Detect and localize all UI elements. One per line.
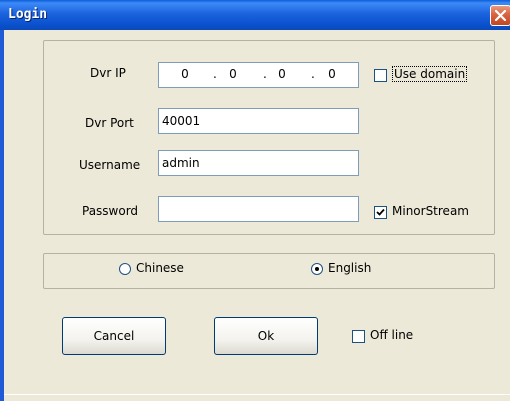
offline-label[interactable]: Off line [370, 328, 413, 342]
username-label: Username [79, 158, 141, 172]
window-title: Login [8, 7, 48, 22]
close-button[interactable] [490, 5, 510, 26]
minorstream-label[interactable]: MinorStream [392, 204, 469, 218]
ip-octet-3[interactable]: 0 [272, 67, 292, 81]
ip-octet-2[interactable]: 0 [223, 67, 243, 81]
dvr-ip-label: Dvr IP [90, 66, 126, 80]
password-label: Password [82, 204, 139, 218]
english-radio-label[interactable]: English [328, 261, 371, 275]
dvr-ip-field[interactable]: 0 . 0 . 0 . 0 [158, 62, 359, 88]
minorstream-checkbox[interactable] [374, 206, 387, 219]
ip-separator: . [213, 67, 217, 81]
window-bottom-edge [4, 394, 510, 395]
title-bar[interactable]: Login [0, 0, 510, 30]
close-icon [495, 10, 506, 21]
ip-separator: . [263, 67, 267, 81]
ip-octet-4[interactable]: 0 [322, 67, 342, 81]
dvr-port-input[interactable] [158, 108, 359, 134]
cancel-button[interactable]: Cancel [62, 317, 166, 355]
password-input[interactable] [158, 196, 359, 222]
username-input[interactable] [158, 150, 359, 176]
offline-checkbox[interactable] [352, 330, 365, 343]
ip-octet-1[interactable]: 0 [175, 67, 195, 81]
chinese-radio-label[interactable]: Chinese [136, 261, 184, 275]
use-domain-checkbox[interactable] [374, 69, 387, 82]
dvr-port-label: Dvr Port [85, 116, 134, 130]
use-domain-label[interactable]: Use domain [392, 66, 468, 82]
chinese-radio[interactable] [119, 263, 131, 275]
ip-separator: . [311, 67, 315, 81]
checkmark-icon [376, 208, 385, 216]
language-groupbox [43, 253, 495, 289]
english-radio[interactable] [311, 263, 323, 275]
ok-button[interactable]: Ok [214, 317, 318, 355]
